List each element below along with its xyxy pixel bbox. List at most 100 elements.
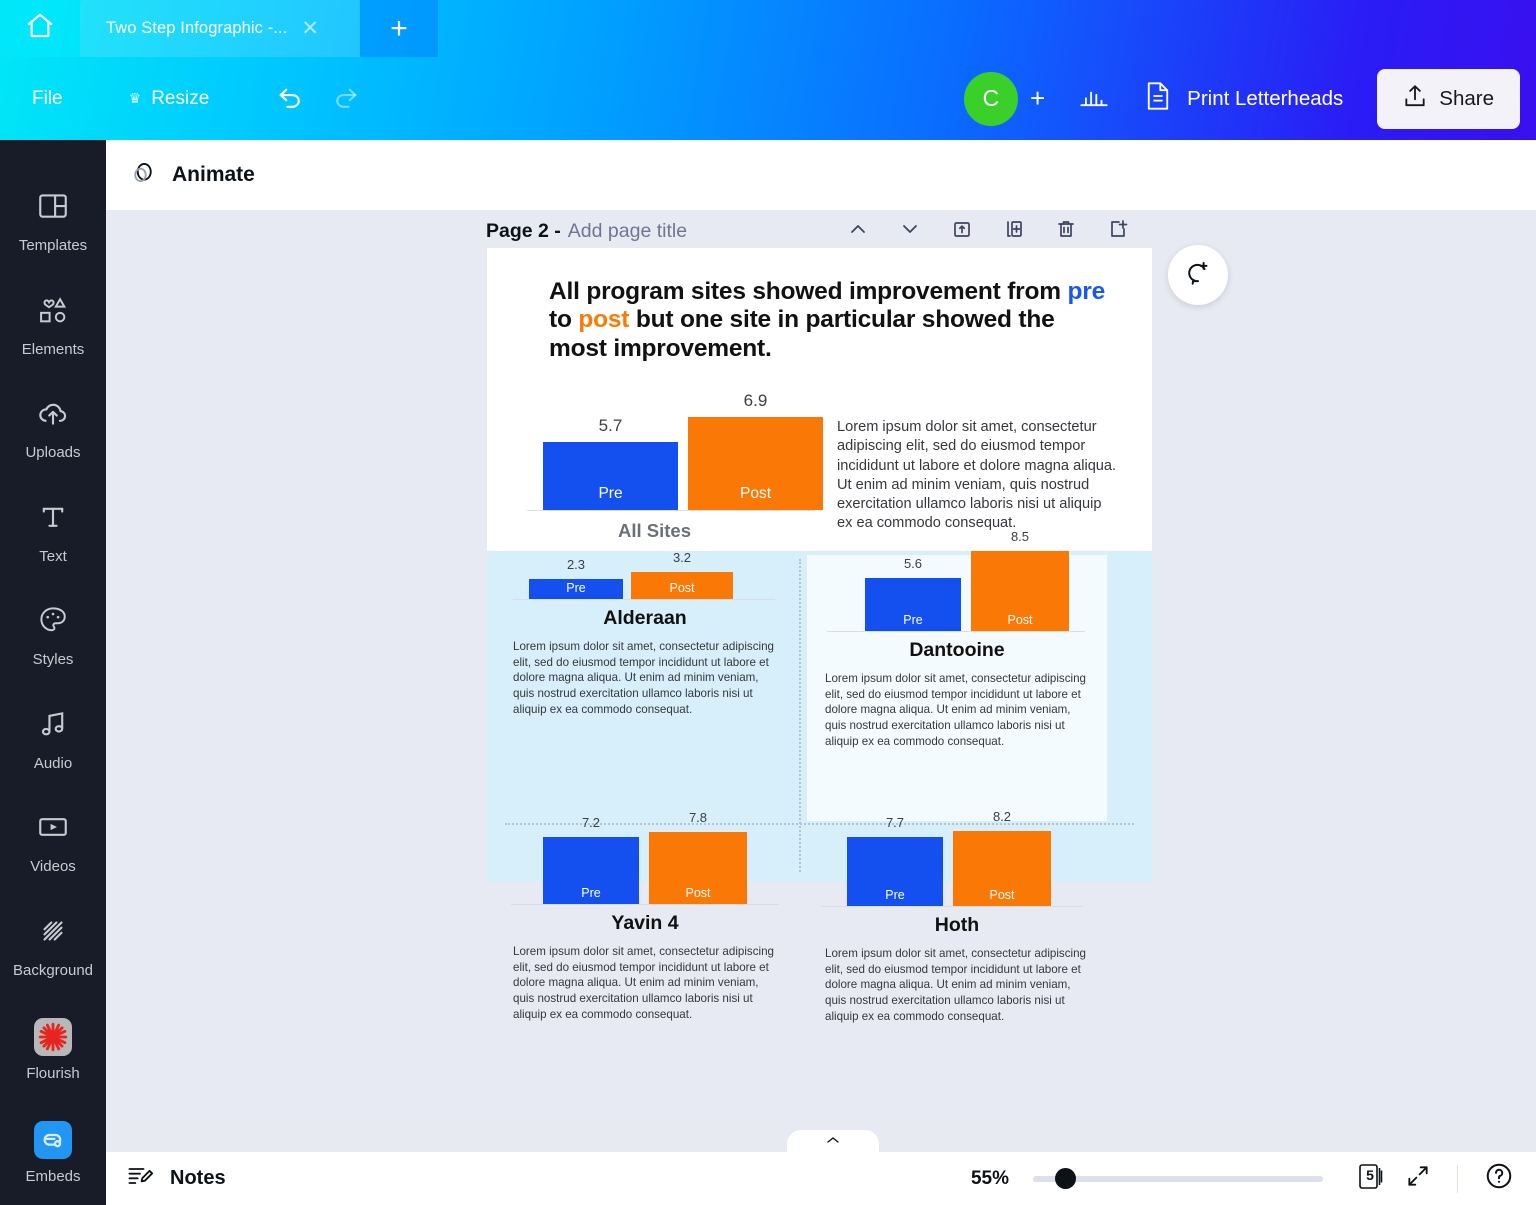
notes-label: Notes xyxy=(170,1167,226,1189)
expand-icon[interactable] xyxy=(1405,1163,1431,1194)
share-label: Share xyxy=(1439,86,1494,110)
chart-bars: 5.7 Pre 6.9 Post xyxy=(527,390,827,510)
file-menu-label: File xyxy=(32,87,63,109)
headline-mid: to xyxy=(549,306,579,334)
sidebar-item-styles[interactable]: Styles xyxy=(0,584,106,688)
bar-label: Pre xyxy=(598,485,623,502)
chart-title: All Sites xyxy=(618,520,691,541)
zoom-level-label: 55% xyxy=(970,1167,1009,1189)
sidebar-item-text[interactable]: Text xyxy=(0,481,106,585)
resize-button[interactable]: ♛ Resize xyxy=(129,88,210,110)
add-page-icon[interactable] xyxy=(1106,217,1130,246)
chevron-down-icon[interactable] xyxy=(898,217,922,246)
context-toolbar: Animate xyxy=(106,140,1536,210)
top-bar-right: C + Print Letterheads Share xyxy=(963,68,1536,129)
body-text: Lorem ipsum dolor sit amet, consectetur … xyxy=(513,640,774,716)
uploads-icon xyxy=(36,396,70,435)
bar-post: 7.8 Post xyxy=(649,810,747,904)
page-title: All program sites showed improvement fro… xyxy=(549,278,1110,363)
help-icon[interactable] xyxy=(1484,1161,1514,1196)
lock-page-icon[interactable] xyxy=(950,217,974,246)
share-button[interactable]: Share xyxy=(1377,68,1520,129)
sidebar-item-elements[interactable]: Elements xyxy=(0,274,106,378)
sidebar-item-videos[interactable]: Videos xyxy=(0,791,106,895)
chart-panel-alderaan[interactable]: 2.3 Pre 3.2 Post Alderaan Lorem ipsum do… xyxy=(495,550,795,717)
zoom-slider-handle[interactable] xyxy=(1055,1167,1076,1189)
bar-pre: 2.3 Pre xyxy=(529,557,623,599)
elements-icon xyxy=(36,293,70,332)
sidebar-item-label: Embeds xyxy=(25,1168,81,1186)
duplicate-page-icon[interactable] xyxy=(1002,217,1026,246)
redo-icon[interactable] xyxy=(331,81,361,116)
zoom-controls: 55% 5 xyxy=(971,1159,1536,1198)
chevron-up-icon xyxy=(825,1132,841,1150)
collapse-panel-handle[interactable] xyxy=(787,1130,879,1152)
sidebar-item-templates[interactable]: Templates xyxy=(0,170,106,274)
bar-label: Pre xyxy=(566,581,586,595)
design-page[interactable]: All program sites showed improvement fro… xyxy=(487,248,1152,1023)
body-text: Lorem ipsum dolor sit amet, consectetur … xyxy=(513,945,774,1021)
bar-label: Post xyxy=(1007,613,1033,627)
history-controls xyxy=(275,81,361,116)
bar-label: Pre xyxy=(581,886,601,900)
bar-value: 3.2 xyxy=(672,550,692,565)
page-count-button[interactable]: 5 xyxy=(1355,1159,1385,1198)
bar-pre: 5.6 Pre xyxy=(865,556,961,631)
bar-chart-icon[interactable] xyxy=(1079,82,1109,115)
bar-value: 7.2 xyxy=(581,815,601,830)
avatar[interactable]: C xyxy=(963,71,1018,126)
home-button[interactable] xyxy=(0,0,80,57)
bar-value: 8.5 xyxy=(1010,529,1030,544)
left-sidebar: Templates Elements Uploads Text Styles A… xyxy=(0,140,106,1205)
close-icon[interactable]: ✕ xyxy=(301,18,319,39)
page-title-input[interactable]: Add page title xyxy=(568,220,687,243)
undo-icon[interactable] xyxy=(275,81,305,116)
page-bottom-section: 2.3 Pre 3.2 Post Alderaan Lorem ipsum do… xyxy=(487,529,1152,1023)
bar-value: 6.9 xyxy=(743,391,768,410)
bar-post: 8.5 Post xyxy=(971,529,1069,631)
sidebar-item-uploads[interactable]: Uploads xyxy=(0,377,106,481)
add-collaborator-button[interactable]: + xyxy=(1030,83,1045,114)
sidebar-item-flourish[interactable]: Flourish xyxy=(0,998,106,1102)
trash-icon[interactable] xyxy=(1054,217,1078,246)
chart-panel-hoth[interactable]: 7.7 Pre 8.2 Post Hoth Lorem ipsum dolor … xyxy=(807,809,1107,1024)
chart-all-sites[interactable]: 5.7 Pre 6.9 Post All Sites xyxy=(527,390,827,541)
crown-icon: ♛ xyxy=(128,90,142,106)
sidebar-item-background[interactable]: Background xyxy=(0,895,106,999)
plus-icon: + xyxy=(390,11,408,45)
bar-label: Pre xyxy=(903,613,923,627)
chart-panel-dantooine[interactable]: 5.6 Pre 8.5 Post Dantooine Lorem ipsum d… xyxy=(807,529,1107,821)
sidebar-item-label: Elements xyxy=(21,340,85,358)
body-text: Lorem ipsum dolor sit amet, consectetur … xyxy=(825,947,1086,1023)
bar-value: 7.8 xyxy=(688,810,708,825)
zoom-slider[interactable] xyxy=(1033,1167,1323,1189)
audio-icon xyxy=(36,707,70,746)
sidebar-item-label: Flourish xyxy=(26,1064,80,1082)
divider xyxy=(1457,1164,1458,1193)
canvas-area: Page 2 - Add page title All program site… xyxy=(106,210,1536,1130)
document-tab[interactable]: Two Step Infographic -... ✕ xyxy=(80,0,360,57)
file-menu[interactable]: File xyxy=(32,88,63,110)
flourish-icon xyxy=(34,1017,72,1056)
bar-label: Post xyxy=(739,485,771,502)
print-letterheads-button[interactable]: Print Letterheads xyxy=(1145,81,1343,117)
chevron-up-icon[interactable] xyxy=(846,217,870,246)
new-tab-button[interactable]: + xyxy=(360,0,438,57)
body-text: Lorem ipsum dolor sit amet, consectetur … xyxy=(825,672,1086,748)
chart-bars: 5.6 Pre 8.5 Post xyxy=(807,529,1107,631)
notes-button[interactable]: Notes xyxy=(126,1162,226,1195)
notes-icon xyxy=(126,1162,154,1195)
chart-bars: 2.3 Pre 3.2 Post xyxy=(495,550,795,599)
top-bar: Two Step Infographic -... ✕ + File ♛ Res… xyxy=(0,0,1536,140)
sidebar-item-embeds[interactable]: Embeds xyxy=(0,1102,106,1205)
videos-icon xyxy=(36,810,70,849)
chart-bars: 7.2 Pre 7.8 Post xyxy=(495,810,795,904)
sidebar-item-audio[interactable]: Audio xyxy=(0,688,106,792)
chart-bars: 7.7 Pre 8.2 Post xyxy=(807,809,1107,906)
bar-post: 3.2 Post xyxy=(631,550,733,599)
chart-panel-yavin-4[interactable]: 7.2 Pre 7.8 Post Yavin 4 Lorem ipsum dol… xyxy=(495,810,795,1022)
bar-post: 6.9 Post xyxy=(688,391,823,510)
resize-label: Resize xyxy=(151,87,210,109)
animate-button-label[interactable]: Animate xyxy=(172,163,255,187)
add-comment-button[interactable] xyxy=(1168,245,1228,305)
